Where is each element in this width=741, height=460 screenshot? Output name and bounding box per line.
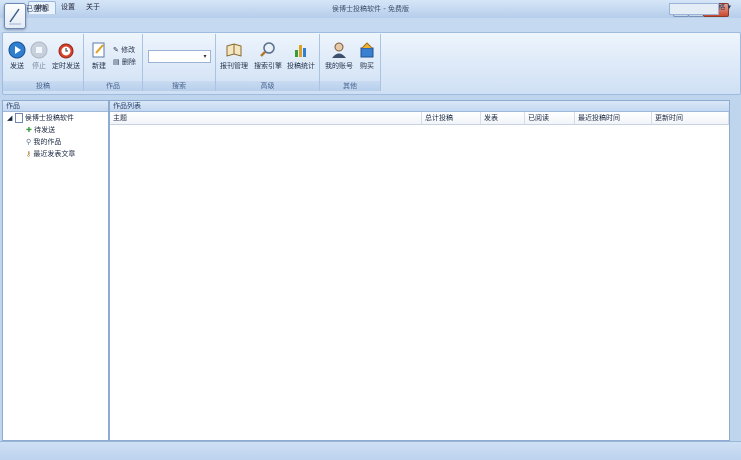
works-panel-header: 作品 bbox=[3, 101, 108, 112]
tab-row bbox=[0, 18, 741, 32]
delete-icon: ▤ bbox=[113, 58, 120, 66]
tab-about[interactable]: 关于 bbox=[80, 1, 106, 13]
column-header-total-submissions[interactable]: 总计投稿 bbox=[422, 112, 481, 125]
new-document-icon bbox=[88, 41, 110, 61]
stop-icon bbox=[29, 41, 49, 61]
window-title: 侯博士投稿软件 - 免费版 bbox=[332, 5, 409, 13]
delete-label: 删除 bbox=[121, 58, 136, 66]
group-label: 投稿 bbox=[3, 81, 83, 91]
app-logo-icon[interactable] bbox=[4, 3, 26, 29]
send-label: 发送 bbox=[10, 62, 24, 70]
delete-button[interactable]: ▤ 删除 bbox=[113, 57, 136, 67]
purchase-icon bbox=[356, 41, 378, 61]
tree-item-my-works[interactable]: ⚲ 我的作品 bbox=[3, 136, 108, 148]
tree-item-label: 待发送 bbox=[34, 126, 56, 134]
works-list-header: 作品列表 bbox=[110, 101, 729, 112]
status-bar bbox=[0, 441, 741, 460]
timed-send-button[interactable]: 定时发送 bbox=[51, 41, 81, 71]
magnifier-icon bbox=[252, 41, 284, 61]
purchase-label: 购买 bbox=[360, 62, 374, 70]
column-header-read[interactable]: 已阅读 bbox=[525, 112, 575, 125]
tree-item-recent[interactable]: ⚷ 最近发表文章 bbox=[3, 148, 108, 160]
new-button[interactable]: 新建 bbox=[88, 41, 110, 71]
journal-management-button[interactable]: 报刊管理 bbox=[219, 41, 249, 71]
tree-root[interactable]: ◢ 侯博士投稿软件 bbox=[3, 112, 108, 124]
works-list-panel: 作品列表 主题 总计投稿 发表 已阅读 最近投稿时间 更新时间 bbox=[109, 100, 730, 441]
search-engine-label: 搜索引擎 bbox=[254, 62, 282, 70]
submission-stats-button[interactable]: 投稿统计 bbox=[286, 41, 316, 71]
journal-management-label: 报刊管理 bbox=[220, 62, 248, 70]
bar-chart-icon bbox=[286, 41, 316, 61]
recent-icon: ⚷ bbox=[26, 150, 32, 158]
pending-icon: ✚ bbox=[26, 126, 32, 134]
edit-button[interactable]: ✎ 修改 bbox=[113, 45, 135, 55]
alarm-clock-icon bbox=[51, 41, 81, 61]
status-progress-box bbox=[669, 3, 719, 15]
stop-label: 停止 bbox=[32, 62, 46, 70]
column-header-subject[interactable]: 主题 bbox=[110, 112, 422, 125]
search-engine-button[interactable]: 搜索引擎 bbox=[252, 41, 284, 71]
search-combo[interactable]: ▾ bbox=[148, 50, 211, 63]
new-label: 新建 bbox=[92, 62, 106, 70]
group-label: 作品 bbox=[84, 81, 142, 91]
column-header-updated[interactable]: 更新时间 bbox=[652, 112, 729, 125]
column-header-published[interactable]: 发表 bbox=[481, 112, 525, 125]
edit-icon: ✎ bbox=[113, 46, 119, 54]
submission-stats-label: 投稿统计 bbox=[287, 62, 315, 70]
edit-label: 修改 bbox=[121, 46, 136, 54]
chevron-down-icon[interactable]: ▾ bbox=[201, 51, 209, 62]
column-header-last-submission[interactable]: 最近投稿时间 bbox=[575, 112, 652, 125]
book-icon bbox=[219, 41, 249, 61]
stop-button[interactable]: 停止 bbox=[29, 41, 49, 71]
document-icon bbox=[14, 113, 23, 123]
works-tree-panel: 作品 ◢ 侯博士投稿软件 ✚ 待发送 ⚲ 我的作品 ⚷ 最近发表文章 bbox=[2, 100, 109, 441]
tree-root-label: 侯博士投稿软件 bbox=[24, 114, 74, 122]
tree-item-pending[interactable]: ✚ 待发送 bbox=[3, 124, 108, 136]
group-label: 搜索 bbox=[143, 81, 215, 91]
play-icon bbox=[6, 41, 28, 61]
tab-settings[interactable]: 设置 bbox=[55, 1, 81, 13]
my-account-button[interactable]: 我的账号 bbox=[324, 41, 354, 71]
send-button[interactable]: 发送 bbox=[6, 41, 28, 71]
user-icon bbox=[324, 41, 354, 61]
group-label: 其他 bbox=[320, 81, 380, 91]
collapse-triangle-icon[interactable]: ◢ bbox=[7, 114, 12, 122]
my-account-label: 我的账号 bbox=[325, 62, 353, 70]
group-label: 高级 bbox=[216, 81, 319, 91]
purchase-button[interactable]: 购买 bbox=[356, 41, 378, 71]
tree-item-label: 我的作品 bbox=[33, 138, 62, 146]
timed-send-label: 定时发送 bbox=[52, 62, 80, 70]
tree-item-label: 最近发表文章 bbox=[33, 150, 76, 158]
works-icon: ⚲ bbox=[26, 138, 32, 146]
